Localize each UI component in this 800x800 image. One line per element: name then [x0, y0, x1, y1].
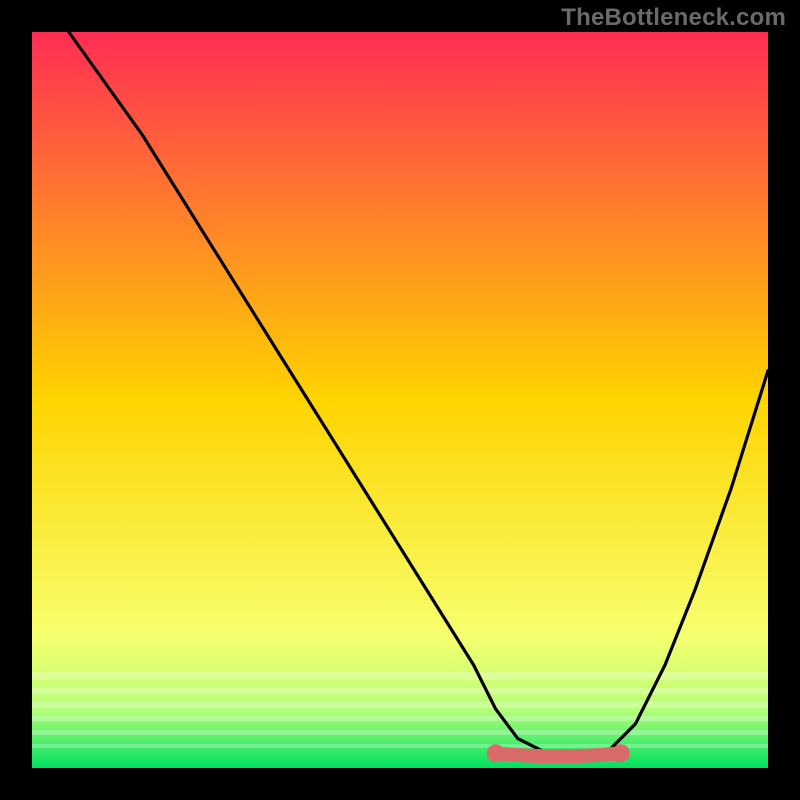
- highlight-dot-right: [612, 744, 630, 762]
- highlight-dot-left: [487, 744, 505, 762]
- plot-area: [32, 32, 768, 768]
- chart-frame: TheBottleneck.com: [0, 0, 800, 800]
- chart-svg: [32, 32, 768, 768]
- highlight-segment: [496, 753, 621, 756]
- gradient-background: [32, 32, 768, 768]
- watermark-text: TheBottleneck.com: [561, 4, 786, 32]
